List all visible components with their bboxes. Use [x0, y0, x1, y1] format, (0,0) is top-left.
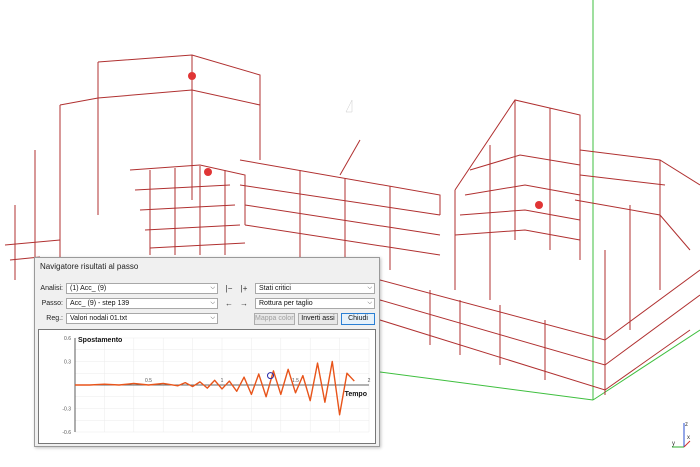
reg-label: Reg.: [46, 315, 63, 322]
chevron-down-icon: ⌵ [210, 285, 215, 291]
axis-z-label: z [685, 422, 688, 428]
node-marker [188, 72, 196, 80]
y-axis-label: Spostamento [78, 337, 122, 344]
passo-label: Passo: [41, 300, 63, 307]
analisi-label: Analisi: [40, 285, 63, 292]
inverti-assi-button[interactable]: Inverti assi [298, 313, 338, 325]
axis-x-label: x [687, 435, 690, 441]
chevron-down-icon: ⌵ [367, 300, 372, 306]
analisi-select[interactable]: (1) Acc_ (9) ⌵ [66, 283, 218, 294]
reg-select[interactable]: Valori nodali 01.txt ⌵ [66, 313, 218, 324]
x-tick-label: 2 [368, 378, 371, 384]
chevron-down-icon: ⌵ [367, 285, 372, 291]
displacement-chart: 0.6 0.3 -0.3 -0.6 0.5 1 1.5 2 Spostamento Tempo [38, 329, 376, 444]
x-tick-label: 1 [221, 378, 224, 384]
x-axis-label: Tempo [345, 391, 367, 398]
y-tick-label: 0.3 [64, 360, 71, 366]
analisi-value: (1) Acc_ (9) [70, 285, 107, 292]
mode-select[interactable]: Rottura per taglio ⌵ [255, 298, 375, 309]
chart-svg: 0.60.3-0.3-0.60.5 1 1.5 2SpostamentoTempo [62, 336, 371, 436]
mode-value: Rottura per taglio [259, 300, 313, 307]
state-select[interactable]: Stati critici ⌵ [255, 283, 375, 294]
ground-grid [379, 0, 700, 401]
panel-title: Navigatore risultati al passo [40, 262, 139, 271]
axis-triad: z y x [672, 422, 691, 448]
first-step-icon[interactable]: |− [222, 283, 236, 294]
arrow-right-icon[interactable]: → [237, 298, 251, 309]
cursor-glyph [345, 99, 353, 113]
y-tick-label: -0.3 [62, 407, 71, 413]
y-tick-label: -0.6 [62, 430, 71, 436]
last-step-icon[interactable]: |+ [237, 283, 251, 294]
node-marker [204, 168, 212, 176]
passo-select[interactable]: Acc_ (9) - step 139 ⌵ [66, 298, 218, 309]
passo-value: Acc_ (9) - step 139 [70, 300, 130, 307]
chevron-down-icon: ⌵ [210, 300, 215, 306]
x-tick-label: 0.5 [145, 378, 152, 384]
displacement-series-line [75, 360, 355, 416]
arrow-left-icon[interactable]: ← [222, 298, 236, 309]
chiudi-button[interactable]: Chiudi [341, 313, 375, 325]
mappa-colori-button[interactable]: Mappa colori [254, 313, 295, 325]
node-marker [535, 201, 543, 209]
axis-y-label: y [672, 441, 675, 447]
y-tick-label: 0.6 [64, 336, 71, 342]
chevron-down-icon: ⌵ [210, 315, 215, 321]
reg-value: Valori nodali 01.txt [70, 315, 128, 322]
state-value: Stati critici [259, 285, 291, 292]
results-navigator-panel[interactable]: Navigatore risultati al passo Analisi: (… [34, 257, 380, 447]
